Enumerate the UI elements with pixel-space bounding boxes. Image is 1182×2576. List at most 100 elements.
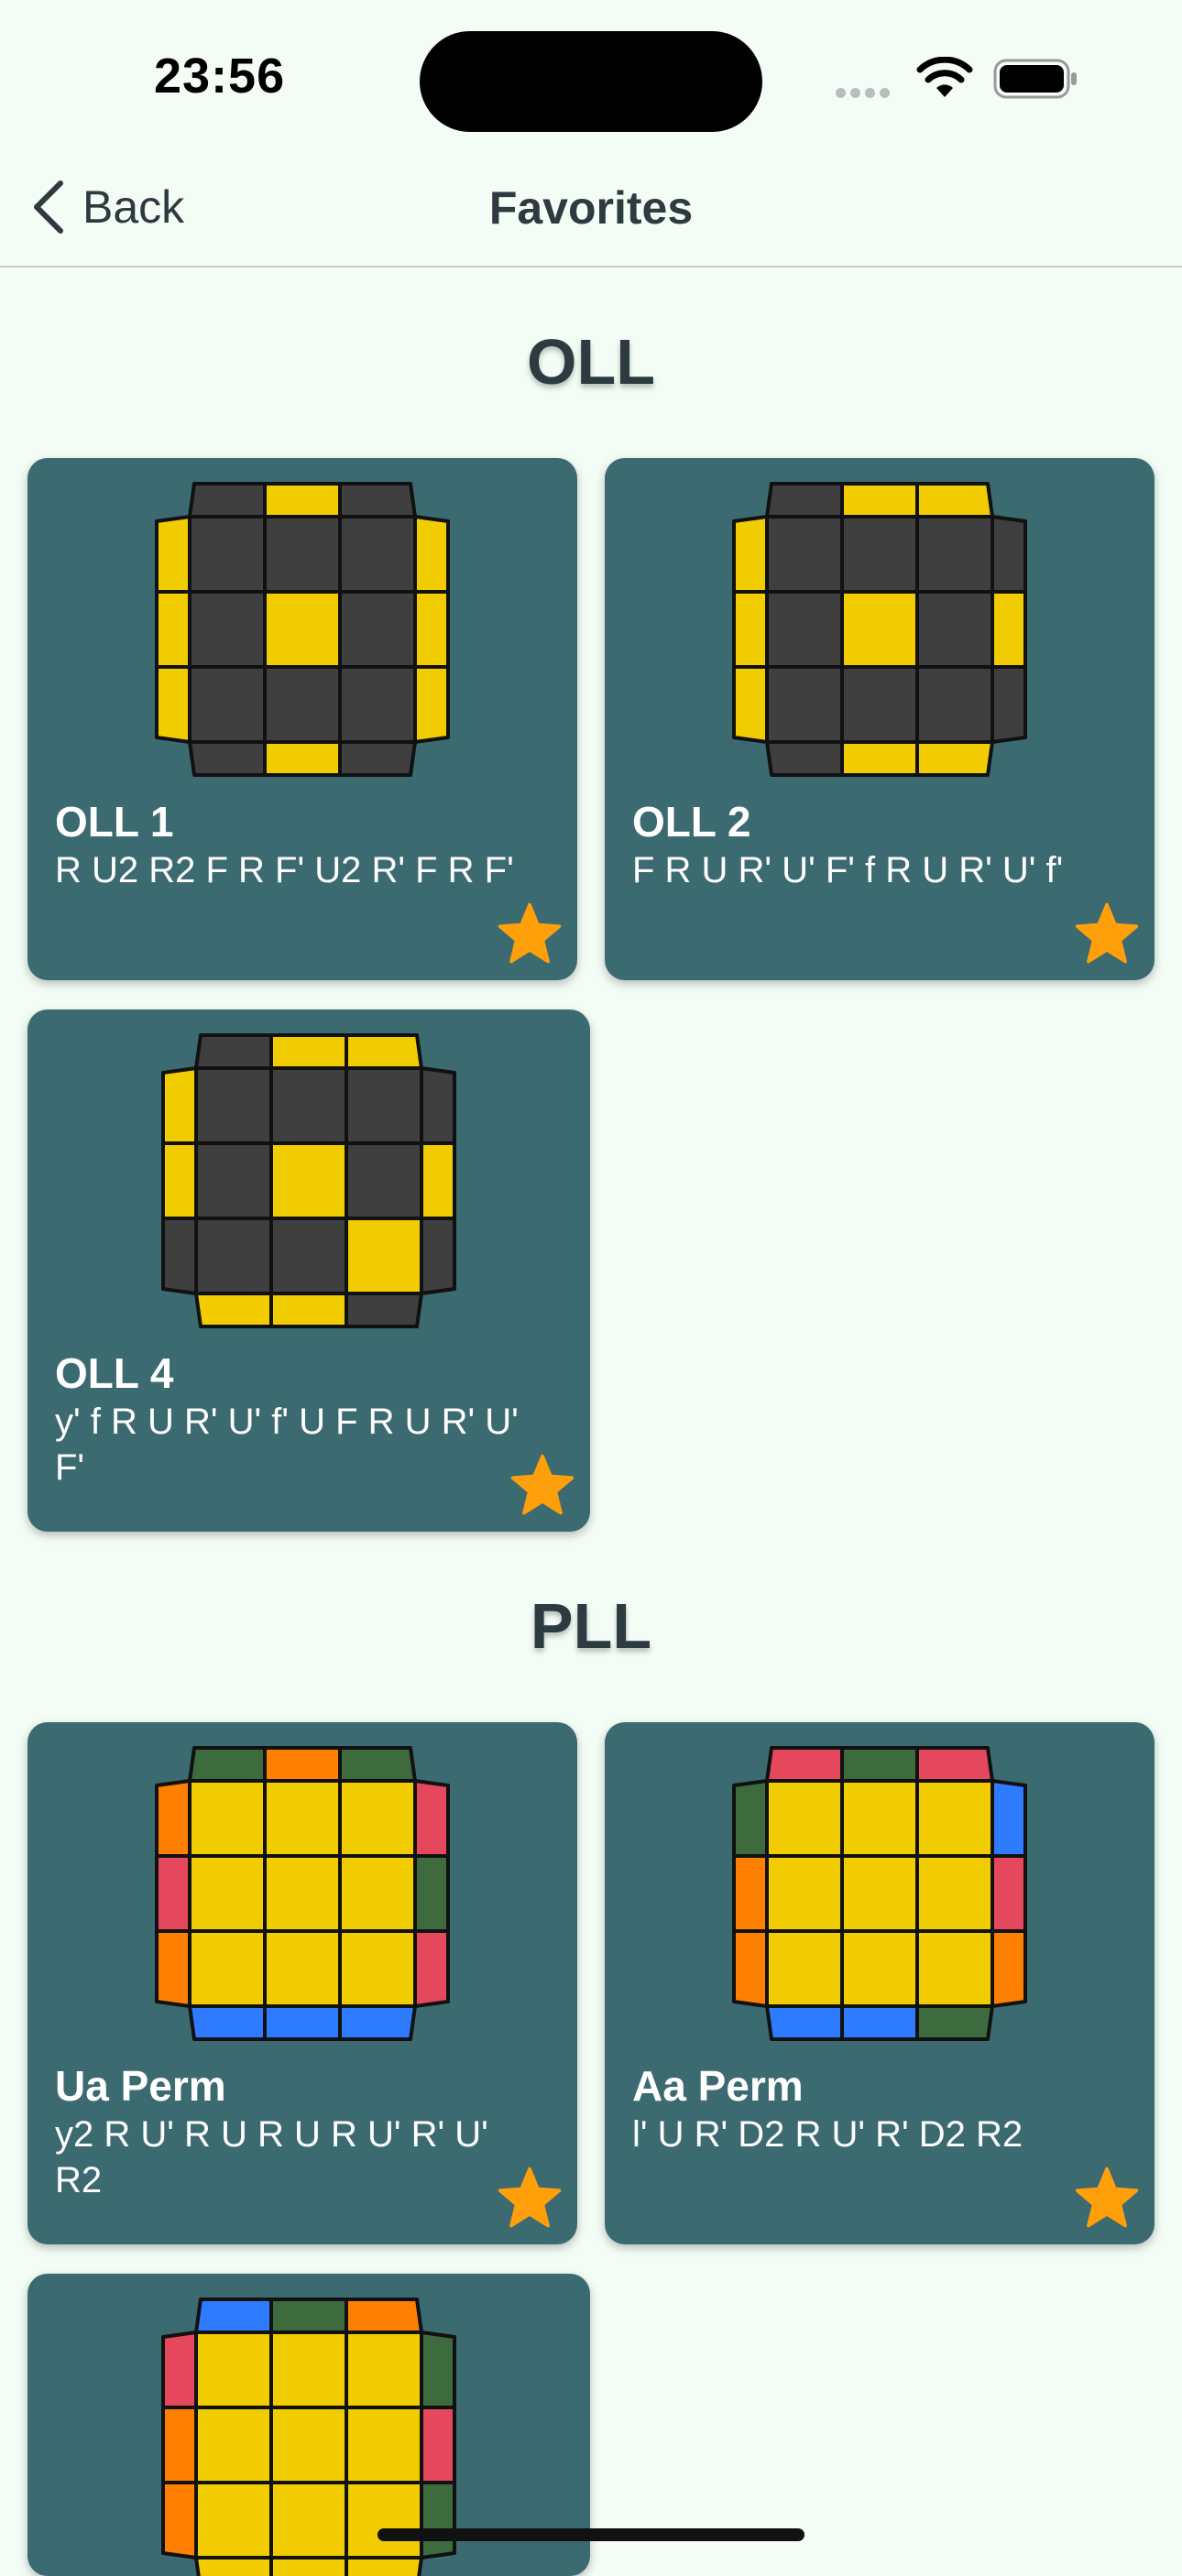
- cube-bottom-sticker: [263, 2004, 342, 2041]
- cube-face-sticker: [915, 1779, 994, 1858]
- cube-top-sticker: [338, 482, 417, 518]
- cube-face-sticker: [345, 2330, 423, 2409]
- cube-right-sticker: [413, 590, 450, 669]
- cube-face-sticker: [263, 590, 342, 669]
- algorithm-card[interactable]: OLL 1 R U2 R2 F R F' U2 R' F R F': [27, 458, 577, 980]
- cube-right-sticker: [420, 1141, 456, 1220]
- card-title: OLL 4: [55, 1349, 174, 1397]
- cube-top-sticker: [915, 1746, 994, 1783]
- cube-left-sticker: [732, 515, 769, 594]
- cube-bottom-sticker: [338, 2004, 417, 2041]
- card-algorithm: F R U R' U' F' f R U R' U' f': [632, 850, 1064, 890]
- cube-diagram: [155, 482, 450, 777]
- cube-bottom-sticker: [194, 1292, 273, 1328]
- cube-bottom-sticker: [345, 2556, 423, 2576]
- cellular-signal-icon: [836, 86, 894, 103]
- cube-bottom-sticker: [269, 1292, 348, 1328]
- cube-top-sticker: [915, 482, 994, 518]
- cube-right-sticker: [420, 2330, 456, 2409]
- cube-face-sticker: [840, 590, 919, 669]
- star-icon[interactable]: [1074, 901, 1140, 966]
- card-title: OLL 1: [55, 798, 174, 846]
- section-title-oll: OLL: [527, 326, 655, 398]
- cube-left-sticker: [732, 1779, 769, 1858]
- battery-icon: [993, 59, 1077, 99]
- card-algorithm: R U2 R2 F R F' U2 R' F R F': [55, 850, 514, 890]
- cube-bottom-sticker: [263, 740, 342, 777]
- cube-bottom-sticker: [188, 2004, 267, 2041]
- cube-left-sticker: [732, 1854, 769, 1933]
- cube-right-sticker: [413, 1779, 450, 1858]
- cube-left-sticker: [732, 590, 769, 669]
- star-icon[interactable]: [497, 901, 563, 966]
- cube-face-sticker: [188, 1929, 267, 2008]
- cube-top-sticker: [345, 1033, 423, 1070]
- cube-diagram: [732, 1746, 1027, 2041]
- cube-face-sticker: [765, 590, 844, 669]
- algorithm-card[interactable]: Aa Perm l' U R' D2 R U' R' D2 R2: [605, 1722, 1155, 2244]
- cube-top-sticker: [345, 2298, 423, 2334]
- cube-top-sticker: [840, 1746, 919, 1783]
- cube-face-sticker: [840, 1854, 919, 1933]
- cube-right-sticker: [413, 1929, 450, 2008]
- cube-right-sticker: [420, 2481, 456, 2560]
- cube-top-sticker: [765, 1746, 844, 1783]
- cube-face-sticker: [263, 665, 342, 744]
- cube-left-sticker: [155, 1929, 192, 2008]
- cube-face-sticker: [263, 1854, 342, 1933]
- algorithm-card[interactable]: Ua Perm y2 R U' R U R U R U' R' U' R2: [27, 1722, 577, 2244]
- cube-face-sticker: [915, 1929, 994, 2008]
- cube-bottom-sticker: [915, 2004, 994, 2041]
- cube-left-sticker: [732, 665, 769, 744]
- cube-face-sticker: [194, 1217, 273, 1295]
- dynamic-island: [420, 31, 762, 132]
- cube-left-sticker: [155, 515, 192, 594]
- cube-face-sticker: [188, 590, 267, 669]
- section-title-pll: PLL: [530, 1590, 652, 1662]
- cube-left-sticker: [732, 1929, 769, 2008]
- cube-top-sticker: [840, 482, 919, 518]
- card-title: Aa Perm: [632, 2062, 804, 2110]
- cube-face-sticker: [765, 665, 844, 744]
- algorithm-card[interactable]: OLL 2 F R U R' U' F' f R U R' U' f': [605, 458, 1155, 980]
- cube-face-sticker: [194, 2481, 273, 2560]
- cube-left-sticker: [161, 1066, 198, 1145]
- star-icon[interactable]: [1074, 2166, 1140, 2230]
- cube-face-sticker: [840, 1779, 919, 1858]
- star-icon[interactable]: [497, 2166, 563, 2230]
- cube-bottom-sticker: [765, 740, 844, 777]
- cube-right-sticker: [413, 515, 450, 594]
- cube-top-sticker: [765, 482, 844, 518]
- cube-diagram: [155, 1746, 450, 2041]
- status-time: 23:56: [154, 49, 286, 104]
- cube-face-sticker: [269, 1066, 348, 1145]
- cube-face-sticker: [338, 1779, 417, 1858]
- home-indicator: [378, 2528, 804, 2541]
- cube-top-sticker: [263, 482, 342, 518]
- cube-top-sticker: [188, 1746, 267, 1783]
- cube-top-sticker: [188, 482, 267, 518]
- card-algorithm: y' f R U R' U' f' U F R U R' U' F': [55, 1402, 519, 1488]
- cube-right-sticker: [420, 1217, 456, 1295]
- cube-face-sticker: [188, 1854, 267, 1933]
- cube-top-sticker: [194, 1033, 273, 1070]
- card-algorithm: l' U R' D2 R U' R' D2 R2: [632, 2114, 1023, 2155]
- back-button[interactable]: Back: [31, 180, 184, 235]
- card-title: OLL 2: [632, 798, 751, 846]
- cube-top-sticker: [269, 2298, 348, 2334]
- cube-top-sticker: [194, 2298, 273, 2334]
- cube-left-sticker: [155, 665, 192, 744]
- algorithm-card[interactable]: OLL 4 y' f R U R' U' f' U F R U R' U' F': [27, 1010, 590, 1532]
- star-icon[interactable]: [509, 1453, 575, 1517]
- cube-face-sticker: [269, 1141, 348, 1220]
- cube-face-sticker: [188, 515, 267, 594]
- cube-diagram: [161, 1033, 456, 1328]
- cube-face-sticker: [263, 515, 342, 594]
- cube-face-sticker: [194, 2406, 273, 2484]
- cube-top-sticker: [269, 1033, 348, 1070]
- cube-face-sticker: [345, 1141, 423, 1220]
- cube-bottom-sticker: [840, 740, 919, 777]
- back-label: Back: [82, 181, 185, 233]
- cube-top-sticker: [263, 1746, 342, 1783]
- cube-bottom-sticker: [345, 1292, 423, 1328]
